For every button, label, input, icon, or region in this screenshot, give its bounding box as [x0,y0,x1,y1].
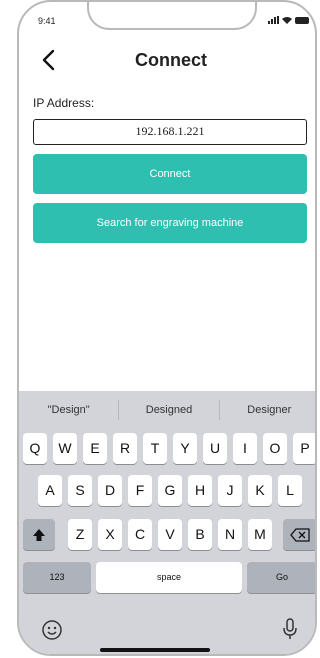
key-x[interactable]: X [98,519,122,550]
key-a[interactable]: A [38,475,62,506]
delete-icon [290,528,310,542]
shift-icon [33,529,45,542]
ip-address-input[interactable]: 192.168.1.221 [33,119,307,145]
phone-frame: 9:41 Connect IP Address: 192.168.1.221 C… [17,0,317,656]
key-e[interactable]: E [83,433,107,464]
key-h[interactable]: H [188,475,212,506]
key-b[interactable]: B [188,519,212,550]
key-t[interactable]: T [143,433,167,464]
key-r[interactable]: R [113,433,137,464]
key-q[interactable]: Q [23,433,47,464]
key-f[interactable]: F [128,475,152,506]
signal-icon [268,16,279,24]
search-engraving-machine-button[interactable]: Search for engraving machine [33,203,307,243]
key-s[interactable]: S [68,475,92,506]
shift-key[interactable] [23,519,55,550]
notch [87,2,257,30]
key-n[interactable]: N [218,519,242,550]
delete-key[interactable] [283,519,315,550]
key-l[interactable]: L [278,475,302,506]
space-key[interactable]: space [96,562,242,593]
key-y[interactable]: Y [173,433,197,464]
key-d[interactable]: D [98,475,122,506]
ip-address-label: IP Address: [33,96,95,110]
microphone-icon[interactable] [282,617,298,641]
emoji-icon[interactable] [41,619,63,641]
key-i[interactable]: I [233,433,257,464]
suggestion-bar: "Design" Designed Designer [19,391,315,429]
go-key[interactable]: Go [247,562,315,593]
suggestion-item[interactable]: Designer [220,404,315,416]
key-o[interactable]: O [263,433,287,464]
status-time: 9:41 [38,16,56,26]
numbers-key[interactable]: 123 [23,562,91,593]
key-p[interactable]: P [293,433,315,464]
key-z[interactable]: Z [68,519,92,550]
battery-icon [295,16,309,24]
keyboard: "Design" Designed Designer Q W E R T Y U… [19,391,315,654]
page-title: Connect [135,50,207,70]
connect-button[interactable]: Connect [33,154,307,194]
key-c[interactable]: C [128,519,152,550]
key-g[interactable]: G [158,475,182,506]
status-icons [268,16,309,24]
key-j[interactable]: J [218,475,242,506]
key-m[interactable]: M [248,519,272,550]
suggestion-item[interactable]: Designed [119,404,218,416]
home-indicator [100,648,210,652]
key-k[interactable]: K [248,475,272,506]
suggestion-item[interactable]: "Design" [19,404,118,416]
wifi-icon [282,17,292,24]
key-w[interactable]: W [53,433,77,464]
key-u[interactable]: U [203,433,227,464]
key-v[interactable]: V [158,519,182,550]
